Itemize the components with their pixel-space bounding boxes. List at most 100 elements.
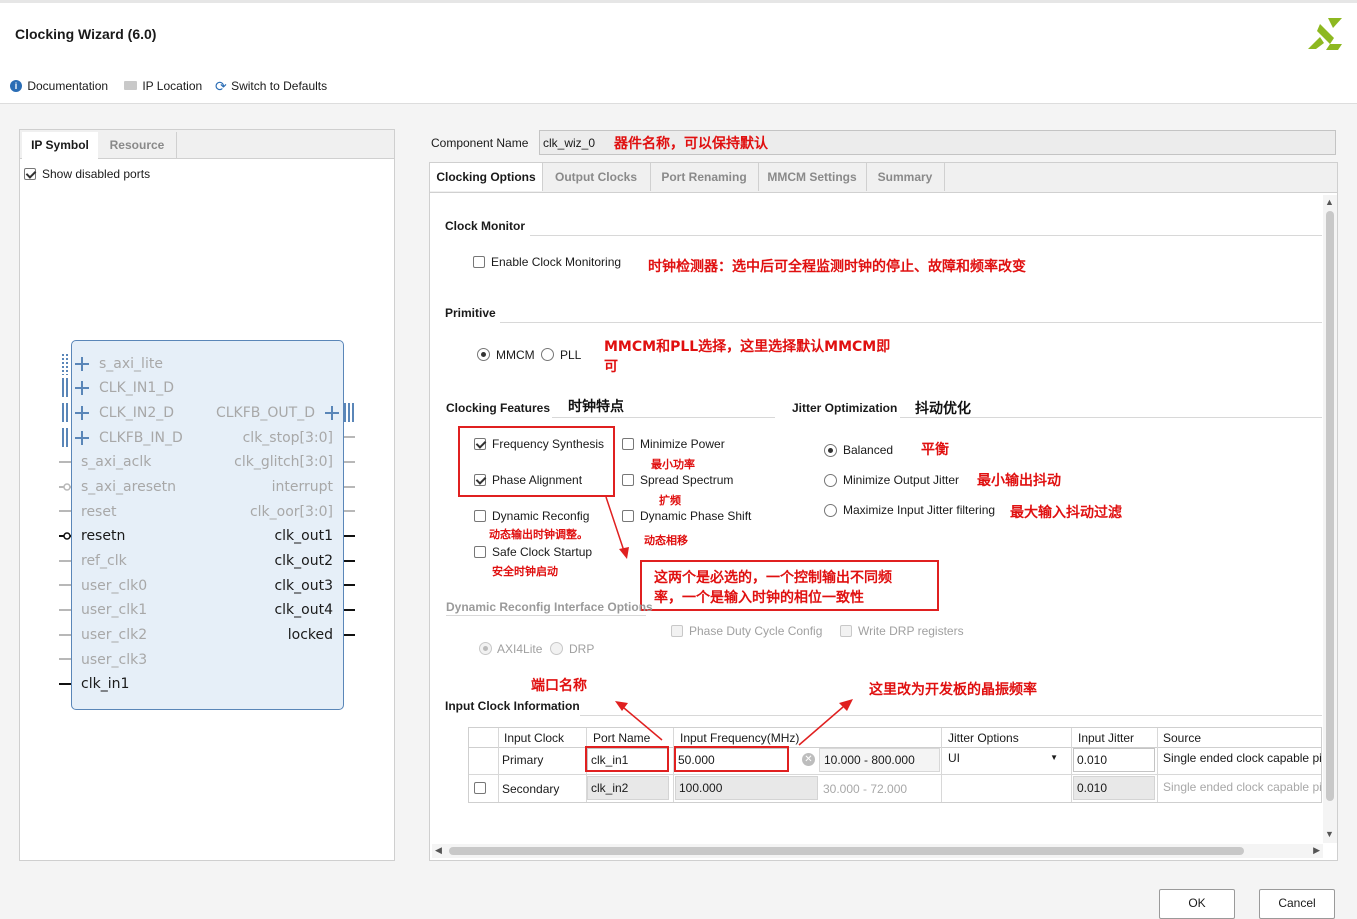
pll-radio[interactable] — [541, 348, 554, 361]
phase-duty-cycle-checkbox[interactable] — [671, 625, 683, 637]
tab-output-clocks[interactable]: Output Clocks — [542, 163, 651, 191]
ip-location-link[interactable]: IP Location — [124, 78, 202, 94]
write-drp-checkbox[interactable] — [840, 625, 852, 637]
horizontal-scroll-thumb[interactable] — [449, 847, 1244, 855]
secondary-clock-checkbox[interactable] — [474, 782, 486, 794]
config-tab-bar: Clocking Options Output Clocks Port Rena… — [430, 163, 1337, 193]
jitter-divider — [900, 417, 1322, 418]
port-name-highlight — [585, 746, 669, 772]
port-clk-out2: clk_out2 — [274, 553, 333, 569]
jitter-options-select[interactable]: UI ▼ — [942, 748, 1070, 772]
arrow-port-name — [615, 701, 663, 741]
primitive-divider — [500, 322, 1322, 323]
annotation-spread: 扩频 — [659, 494, 681, 507]
cancel-button[interactable]: Cancel — [1259, 889, 1335, 919]
header-input-clock: Input Clock — [504, 731, 565, 745]
mmcm-radio[interactable] — [477, 348, 490, 361]
header-jitter-options: Jitter Options — [948, 731, 1019, 745]
spread-spectrum-checkbox[interactable] — [622, 474, 634, 486]
min-output-jitter-radio[interactable] — [824, 474, 837, 487]
axi4lite-radio[interactable] — [479, 642, 492, 655]
axi4lite-label: AXI4Lite — [497, 642, 543, 656]
port-clk-out4: clk_out4 — [274, 602, 333, 618]
port-user-clk1: user_clk1 — [81, 602, 148, 618]
phase-alignment-checkbox[interactable] — [474, 474, 486, 486]
vertical-scroll-thumb[interactable] — [1326, 211, 1334, 801]
phase-alignment-label: Phase Alignment — [492, 473, 583, 487]
ok-button[interactable]: OK — [1159, 889, 1235, 919]
xilinx-logo-icon — [1308, 18, 1342, 50]
dynamic-reconfig-checkbox[interactable] — [474, 510, 486, 522]
tab-clocking-options[interactable]: Clocking Options — [430, 163, 543, 191]
primitive-title: Primitive — [445, 306, 496, 320]
port-ref-clk: ref_clk — [81, 553, 127, 569]
drp-radio[interactable] — [550, 642, 563, 655]
annotation-balanced: 平衡 — [921, 442, 949, 458]
row-divider — [469, 774, 1321, 775]
primary-clock-label: Primary — [502, 753, 544, 767]
show-disabled-ports-checkbox[interactable] — [24, 168, 36, 180]
port-user-clk0: user_clk0 — [81, 578, 148, 594]
port-s-axi-aclk: s_axi_aclk — [81, 454, 152, 470]
annotation-required-line1: 这两个是必选的，一个控制输出不同频 — [654, 570, 892, 586]
scroll-right-arrow[interactable]: ▶ — [1313, 845, 1320, 856]
arrow-features-note — [605, 496, 629, 559]
scroll-down-arrow[interactable]: ▼ — [1325, 829, 1334, 839]
port-clkfb-in-d: CLKFB_IN_D — [99, 430, 183, 446]
header-input-jitter: Input Jitter — [1078, 731, 1135, 745]
primary-jitter-input[interactable]: 0.010 — [1073, 748, 1155, 772]
vertical-scrollbar[interactable]: ▲ ▼ — [1323, 195, 1337, 843]
tab-resource[interactable]: Resource — [98, 132, 177, 159]
input-clock-title: Input Clock Information — [445, 699, 580, 713]
drp-label: DRP — [569, 642, 595, 656]
switch-defaults-link[interactable]: ⟳ Switch to Defaults — [215, 78, 327, 94]
tab-summary[interactable]: Summary — [866, 163, 945, 191]
annotation-safe-startup: 安全时钟启动 — [492, 565, 558, 578]
frequency-synthesis-checkbox[interactable] — [474, 438, 486, 450]
primary-range-field: 10.000 - 800.000 — [819, 748, 940, 772]
horizontal-scrollbar[interactable]: ◀ ▶ — [432, 844, 1323, 858]
port-clkfb-out-d: CLKFB_OUT_D — [215, 405, 315, 421]
balanced-label: Balanced — [843, 443, 894, 457]
symbol-pins — [59, 354, 355, 685]
minimize-power-label: Minimize Power — [640, 437, 725, 451]
secondary-jitter-value: 0.010 — [1077, 781, 1108, 795]
port-clk-in1: clk_in1 — [81, 676, 130, 692]
dynamic-reconfig-label: Dynamic Reconfig — [492, 509, 590, 523]
clear-icon[interactable]: ✕ — [802, 753, 815, 766]
annotation-jitter: 抖动优化 — [915, 401, 971, 417]
secondary-range-value: 30.000 - 72.000 — [823, 782, 908, 796]
secondary-clock-label: Secondary — [502, 782, 560, 796]
annotation-monitor: 时钟检测器：选中后可全程监测时钟的停止、故障和频率改变 — [648, 259, 1026, 275]
clock-monitor-title: Clock Monitor — [445, 219, 525, 233]
annotation-max-input: 最大输入抖动过滤 — [1010, 505, 1122, 521]
primary-jitter-value: 0.010 — [1077, 753, 1108, 767]
enable-clock-monitoring-checkbox[interactable] — [473, 256, 485, 268]
tab-mmcm-settings[interactable]: MMCM Settings — [758, 163, 867, 191]
safe-clock-startup-label: Safe Clock Startup — [492, 545, 593, 559]
annotation-port-name: 端口名称 — [531, 678, 587, 694]
annotation-features: 时钟特点 — [568, 399, 624, 415]
show-disabled-ports-label: Show disabled ports — [42, 167, 151, 181]
refresh-icon: ⟳ — [215, 77, 227, 94]
clock-monitor-divider — [530, 235, 1322, 236]
annotation-primitive-line2: 可 — [604, 359, 618, 375]
primary-source-value: Single ended clock capable pin — [1163, 751, 1322, 765]
max-input-jitter-radio[interactable] — [824, 504, 837, 517]
header-input-frequency: Input Frequency(MHz) — [680, 731, 800, 745]
annotation-component: 器件名称，可以保持默认 — [614, 136, 768, 152]
port-resetn: resetn — [81, 528, 126, 544]
minimize-power-checkbox[interactable] — [622, 438, 634, 450]
documentation-link[interactable]: i Documentation — [10, 78, 108, 94]
balanced-radio[interactable] — [824, 444, 837, 457]
safe-clock-startup-checkbox[interactable] — [474, 546, 486, 558]
dynamic-reconfig-divider — [446, 615, 646, 616]
scroll-up-arrow[interactable]: ▲ — [1325, 197, 1334, 207]
port-clk-oor: clk_oor[3:0] — [249, 504, 333, 520]
tab-port-renaming[interactable]: Port Renaming — [650, 163, 759, 191]
annotation-dyn-phase: 动态相移 — [644, 534, 688, 547]
col-divider — [1071, 728, 1072, 802]
tab-ip-symbol[interactable]: IP Symbol — [22, 132, 98, 159]
port-interrupt: interrupt — [271, 479, 333, 495]
scroll-left-arrow[interactable]: ◀ — [435, 845, 442, 856]
